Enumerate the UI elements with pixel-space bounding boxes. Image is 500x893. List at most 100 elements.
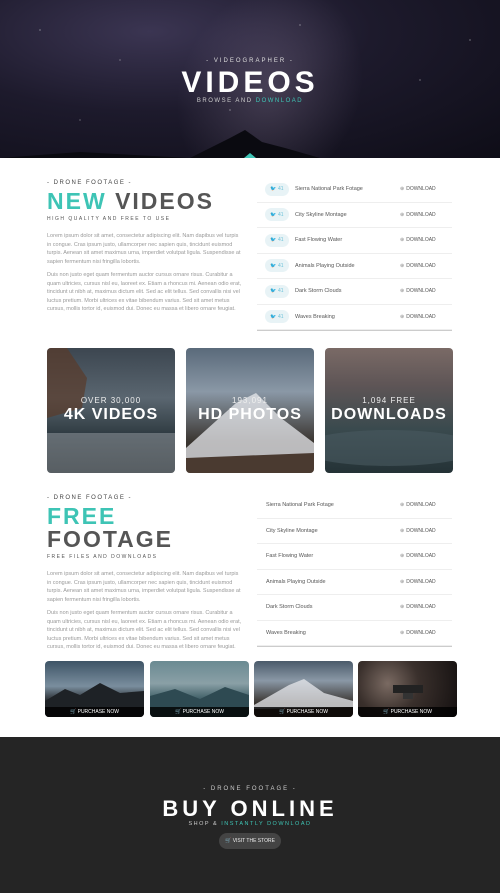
stat-card-videos[interactable]: OVER 30,000 4K VIDEOS — [47, 348, 175, 473]
footer-subtitle: SHOP & INSTANTLY DOWNLOAD — [0, 821, 500, 827]
download-link[interactable]: ⊕ DOWNLOAD — [400, 604, 452, 610]
hero-kicker: - VIDEOGRAPHER - — [206, 58, 294, 64]
download-label: DOWNLOAD — [406, 527, 436, 534]
download-link[interactable]: ⊕ DOWNLOAD — [400, 528, 452, 534]
cart-icon: 🛒 — [69, 709, 77, 715]
section-paragraph: Lorem ipsum dolor sit amet, consectetur … — [47, 571, 241, 603]
tweet-count: 41 — [278, 237, 284, 244]
list-item[interactable]: Sierra National Park Fotage ⊕ DOWNLOAD — [257, 493, 452, 519]
download-link[interactable]: ⊕ DOWNLOAD — [400, 630, 452, 636]
list-item[interactable]: Animals Playing Outside ⊕ DOWNLOAD — [257, 570, 452, 595]
hero-subtitle-a: BROWSE AND — [196, 98, 256, 104]
download-label: DOWNLOAD — [406, 186, 436, 193]
video-title[interactable]: Fast Flowing Water — [295, 237, 400, 243]
download-label: DOWNLOAD — [406, 237, 436, 244]
list-divider — [257, 330, 452, 331]
tweet-count: 41 — [278, 211, 284, 218]
list-item[interactable]: 🐦 41 City Skyline Montage ⊕ DOWNLOAD — [257, 203, 452, 228]
video-title[interactable]: City Skyline Montage — [266, 528, 400, 534]
heading-main: FOOTAGE — [47, 526, 174, 552]
product-thumb[interactable]: 🛒 PURCHASE NOW — [254, 661, 353, 717]
twitter-icon: 🐦 — [270, 237, 277, 244]
footer-subtitle-link[interactable]: INSTANTLY DOWNLOAD — [221, 821, 311, 827]
list-item[interactable]: 🐦 41 Waves Breaking ⊕ DOWNLOAD — [257, 305, 452, 330]
hero-banner: - VIDEOGRAPHER - VIDEOS BROWSE AND DOWNL… — [0, 0, 500, 158]
list-item[interactable]: Fast Flowing Water ⊕ DOWNLOAD — [257, 544, 452, 570]
list-item[interactable]: Waves Breaking ⊕ DOWNLOAD — [257, 621, 452, 646]
tweet-count-badge[interactable]: 🐦 41 — [265, 259, 289, 273]
video-title[interactable]: Dark Storm Clouds — [295, 288, 400, 294]
download-icon: ⊕ — [400, 313, 405, 320]
download-label: DOWNLOAD — [406, 502, 436, 509]
download-link[interactable]: ⊕ DOWNLOAD — [400, 553, 452, 559]
stat-card-downloads[interactable]: 1,094 FREE DOWNLOADS — [325, 348, 453, 473]
purchase-button[interactable]: 🛒 PURCHASE NOW — [45, 707, 144, 717]
section-subtitle: FREE FILES AND DOWNLOADS — [47, 554, 158, 560]
section-kicker: - DRONE FOOTAGE - — [47, 495, 133, 501]
download-link[interactable]: ⊕ DOWNLOAD — [400, 288, 452, 294]
mountain-silhouette — [0, 130, 320, 158]
download-label: DOWNLOAD — [406, 313, 436, 320]
download-link[interactable]: ⊕ DOWNLOAD — [400, 212, 452, 218]
product-thumb[interactable]: 🛒 PURCHASE NOW — [150, 661, 249, 717]
purchase-label: PURCHASE NOW — [286, 709, 329, 715]
hero-title: VIDEOS — [181, 66, 319, 99]
download-link[interactable]: ⊕ DOWNLOAD — [400, 502, 452, 508]
video-title[interactable]: City Skyline Montage — [295, 212, 400, 218]
download-label: DOWNLOAD — [406, 553, 436, 560]
twitter-icon: 🐦 — [270, 288, 277, 295]
tweet-count-badge[interactable]: 🐦 41 — [265, 233, 289, 247]
tweet-count-badge[interactable]: 🐦 41 — [265, 284, 289, 298]
purchase-button[interactable]: 🛒 PURCHASE NOW — [150, 707, 249, 717]
download-link[interactable]: ⊕ DOWNLOAD — [400, 263, 452, 269]
hero-subtitle-link[interactable]: DOWNLOAD — [256, 98, 303, 104]
list-divider — [257, 646, 452, 647]
stat-card-photos[interactable]: 193,091 HD PHOTOS — [186, 348, 314, 473]
list-item[interactable]: 🐦 41 Sierra National Park Fotage ⊕ DOWNLO… — [257, 177, 452, 203]
list-item[interactable]: Dark Storm Clouds ⊕ DOWNLOAD — [257, 595, 452, 621]
hero-notch — [244, 153, 256, 158]
product-thumb[interactable]: 🛒 PURCHASE NOW — [358, 661, 457, 717]
tweet-count-badge[interactable]: 🐦 41 — [265, 208, 289, 222]
download-label: DOWNLOAD — [406, 288, 436, 295]
download-icon: ⊕ — [400, 237, 405, 244]
video-title[interactable]: Sierra National Park Fotage — [266, 502, 400, 508]
video-title[interactable]: Sierra National Park Fotage — [295, 186, 400, 192]
download-label: DOWNLOAD — [406, 211, 436, 218]
tweet-count-badge[interactable]: 🐦 41 — [265, 310, 289, 324]
heading-accent: NEW — [47, 188, 107, 214]
video-title[interactable]: Waves Breaking — [266, 630, 400, 636]
download-link[interactable]: ⊕ DOWNLOAD — [400, 314, 452, 320]
footer-title: BUY ONLINE — [162, 796, 338, 821]
download-icon: ⊕ — [400, 288, 405, 295]
download-label: DOWNLOAD — [406, 262, 436, 269]
purchase-label: PURCHASE NOW — [77, 709, 120, 715]
download-link[interactable]: ⊕ DOWNLOAD — [400, 237, 452, 243]
download-label: DOWNLOAD — [406, 629, 436, 636]
tweet-count: 41 — [278, 262, 284, 269]
list-item[interactable]: 🐦 41 Animals Playing Outside ⊕ DOWNLOAD — [257, 254, 452, 279]
tweet-count-badge[interactable]: 🐦 41 — [265, 182, 289, 196]
download-link[interactable]: ⊕ DOWNLOAD — [400, 186, 452, 192]
video-title[interactable]: Animals Playing Outside — [266, 579, 400, 585]
video-title[interactable]: Animals Playing Outside — [295, 263, 400, 269]
twitter-icon: 🐦 — [270, 313, 277, 320]
download-icon: ⊕ — [400, 527, 405, 534]
download-icon: ⊕ — [400, 502, 405, 509]
visit-store-button[interactable]: 🛒 VISIT THE STORE — [219, 833, 281, 849]
list-item[interactable]: 🐦 41 Fast Flowing Water ⊕ DOWNLOAD — [257, 228, 452, 254]
list-item[interactable]: City Skyline Montage ⊕ DOWNLOAD — [257, 519, 452, 544]
video-title[interactable]: Waves Breaking — [295, 314, 400, 320]
video-title[interactable]: Dark Storm Clouds — [266, 604, 400, 610]
purchase-button[interactable]: 🛒 PURCHASE NOW — [254, 707, 353, 717]
download-link[interactable]: ⊕ DOWNLOAD — [400, 579, 452, 585]
list-item[interactable]: 🐦 41 Dark Storm Clouds ⊕ DOWNLOAD — [257, 279, 452, 305]
cart-icon: 🛒 — [278, 709, 286, 715]
heading-main: VIDEOS — [115, 188, 214, 214]
purchase-button[interactable]: 🛒 PURCHASE NOW — [358, 707, 457, 717]
section-heading: FREE FOOTAGE — [47, 505, 243, 551]
product-thumb[interactable]: 🛒 PURCHASE NOW — [45, 661, 144, 717]
video-title[interactable]: Fast Flowing Water — [266, 553, 400, 559]
download-icon: ⊕ — [400, 186, 405, 193]
download-icon: ⊕ — [400, 211, 405, 218]
